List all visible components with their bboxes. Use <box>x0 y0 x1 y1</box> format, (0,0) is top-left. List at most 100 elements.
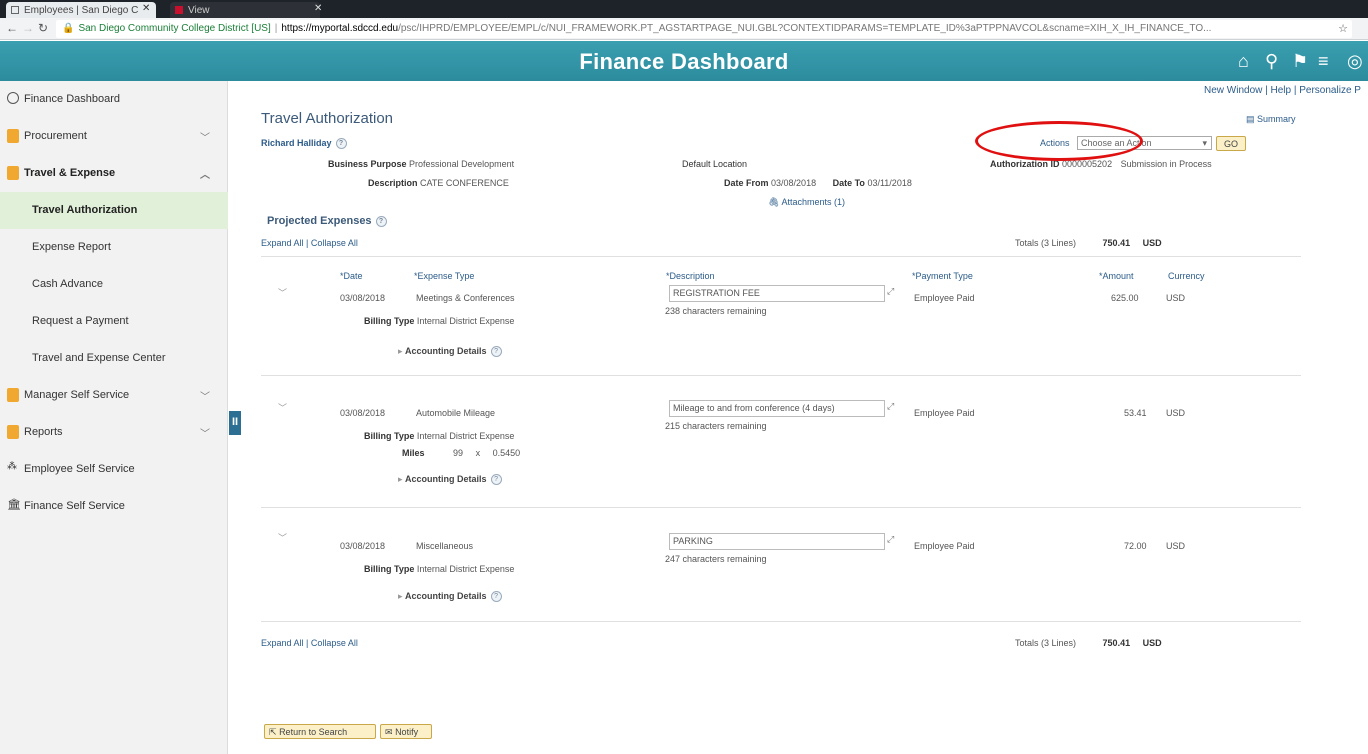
search-icon[interactable]: ⚲ <box>1265 50 1278 72</box>
browser-tab-employees[interactable]: Employees | San Diego C <box>6 2 156 18</box>
help-icon[interactable]: ? <box>490 346 502 358</box>
help-link[interactable]: Help <box>1271 85 1292 96</box>
expense-type: Automobile Mileage <box>416 408 496 418</box>
mileage-rate: 0.5450 <box>492 448 521 458</box>
lock-icon: 🔒 <box>62 23 75 34</box>
collapse-row-icon[interactable]: ﹀ <box>278 531 287 544</box>
sidebar-item-cash-advance[interactable]: Cash Advance <box>0 266 228 303</box>
col-description-header: *Description <box>666 271 715 281</box>
collapse-row-icon[interactable]: ﹀ <box>278 286 287 299</box>
miles-row: Miles 99 x 0.5450 <box>402 448 521 458</box>
divider <box>261 621 1301 622</box>
page-icon <box>175 6 183 14</box>
expense-amount: 53.41 <box>1124 408 1147 418</box>
sidebar-item-request-payment[interactable]: Request a Payment <box>0 303 228 340</box>
sidebar-item-finance-dashboard[interactable]: Finance Dashboard <box>0 81 228 118</box>
accounting-details-toggle[interactable]: ▸ Accounting Details? <box>398 591 502 603</box>
sidebar-item-expense-report[interactable]: Expense Report <box>0 229 228 266</box>
notify-icon: ✉ <box>385 727 393 737</box>
col-type-header: *Expense Type <box>414 271 475 281</box>
expense-currency: USD <box>1166 541 1186 551</box>
flag-icon[interactable]: ⚑ <box>1292 50 1308 72</box>
characters-remaining: 215 characters remaining <box>665 421 767 431</box>
sidebar-item-travel-authorization[interactable]: Travel Authorization <box>0 192 228 229</box>
characters-remaining: 238 characters remaining <box>665 306 767 316</box>
help-icon[interactable]: ? <box>490 591 502 603</box>
chevron-right-icon: ▸ <box>398 474 403 484</box>
authorization-id: Authorization ID 0000005202 Submission i… <box>990 159 1212 169</box>
sidebar-item-travel-expense[interactable]: Travel & Expense ︿ <box>0 155 228 192</box>
payment-type: Employee Paid <box>914 293 975 303</box>
expand-text-icon[interactable]: ⤢ <box>887 401 894 412</box>
expense-amount: 625.00 <box>1111 293 1139 303</box>
collapse-all-link[interactable]: Collapse All <box>311 238 358 248</box>
expand-text-icon[interactable]: ⤢ <box>887 534 894 545</box>
accounting-details-toggle[interactable]: ▸ Accounting Details? <box>398 346 502 358</box>
dashboard-icon <box>7 92 19 104</box>
date-range: Date From 03/08/2018 Date To 03/11/2018 <box>724 178 912 188</box>
notify-button[interactable]: ✉ Notify <box>380 724 432 739</box>
forward-icon[interactable]: → <box>22 21 34 35</box>
menu-icon[interactable]: ≡ <box>1318 50 1329 72</box>
navbar-icon[interactable]: ◎ <box>1347 50 1363 72</box>
return-to-search-button[interactable]: ⇱ Return to Search <box>264 724 376 739</box>
expense-date: 03/08/2018 <box>340 541 386 551</box>
summary-link[interactable]: ▤ Summary <box>1246 114 1296 125</box>
expense-date: 03/08/2018 <box>340 293 386 303</box>
chevron-right-icon: ▸ <box>398 346 403 356</box>
top-links: New Window | Help | Personalize P <box>1204 85 1361 96</box>
expense-date: 03/08/2018 <box>340 408 386 418</box>
main-content: New Window | Help | Personalize P Travel… <box>244 81 1368 754</box>
url-field[interactable]: 🔒 San Diego Community College District [U… <box>56 20 1352 38</box>
close-tab-icon[interactable]: ✕ <box>142 3 150 14</box>
close-tab-icon[interactable]: ✕ <box>314 3 322 14</box>
sidebar-item-employee-self-service[interactable]: ⁂ Employee Self Service <box>0 451 228 488</box>
help-icon[interactable]: ? <box>335 138 347 150</box>
people-icon: ⁂ <box>7 461 17 472</box>
expand-all-link[interactable]: Expand All <box>261 238 304 248</box>
bookmark-star-icon[interactable]: ☆ <box>1338 22 1348 35</box>
sidebar-item-finance-self-service[interactable]: 🏛 Finance Self Service <box>0 488 228 525</box>
expand-all-link[interactable]: Expand All <box>261 638 304 648</box>
back-icon[interactable]: ← <box>6 21 18 35</box>
sidebar-item-reports[interactable]: Reports ﹀ <box>0 414 228 451</box>
reload-icon[interactable]: ↻ <box>38 21 48 35</box>
projected-expenses-title: Projected Expenses? <box>267 215 387 227</box>
expand-collapse-bottom: Expand All | Collapse All <box>261 638 358 648</box>
payment-type: Employee Paid <box>914 541 975 551</box>
expand-text-icon[interactable]: ⤢ <box>887 286 894 297</box>
payment-type: Employee Paid <box>914 408 975 418</box>
sidebar-item-manager-self-service[interactable]: Manager Self Service ﹀ <box>0 377 228 414</box>
default-location: Default Location <box>682 159 748 169</box>
expense-amount: 72.00 <box>1124 541 1147 551</box>
browser-tab-view[interactable]: View <box>170 2 320 18</box>
go-button[interactable]: GO <box>1216 136 1246 151</box>
home-icon[interactable]: ⌂ <box>1238 50 1249 72</box>
app-header: Finance Dashboard ⌂ ⚲ ⚑ ≡ ◎ <box>0 41 1368 81</box>
personalize-link[interactable]: Personalize P <box>1299 85 1361 96</box>
billing-type: Billing Type Internal District Expense <box>364 564 515 574</box>
chevron-right-icon: ▸ <box>398 591 403 601</box>
divider <box>261 256 1301 257</box>
expense-description-input[interactable]: Mileage to and from conference (4 days) <box>669 400 885 417</box>
sidebar-toggle-button[interactable]: II <box>229 411 241 435</box>
collapse-all-link[interactable]: Collapse All <box>311 638 358 648</box>
collapse-row-icon[interactable]: ﹀ <box>278 401 287 414</box>
page-title: Finance Dashboard <box>579 49 789 74</box>
folder-icon <box>7 388 19 402</box>
new-window-link[interactable]: New Window <box>1204 85 1262 96</box>
col-date-header: *Date <box>340 271 363 281</box>
expense-description-input[interactable]: REGISTRATION FEE <box>669 285 885 302</box>
page-icon <box>11 6 19 14</box>
attachments-link[interactable]: 🖇 Attachments (1) <box>768 197 845 208</box>
sidebar-item-travel-expense-center[interactable]: Travel and Expense Center <box>0 340 228 377</box>
sidebar-item-procurement[interactable]: Procurement ﹀ <box>0 118 228 155</box>
employee-name[interactable]: Richard Halliday? <box>261 138 347 150</box>
expense-description-input[interactable]: PARKING <box>669 533 885 550</box>
help-icon[interactable]: ? <box>375 215 387 227</box>
accounting-details-toggle[interactable]: ▸ Accounting Details? <box>398 474 502 486</box>
help-icon[interactable]: ? <box>490 474 502 486</box>
folder-icon <box>7 425 19 439</box>
totals-top: Totals (3 Lines) 750.41 USD <box>1015 238 1162 248</box>
chevron-up-icon: ︿ <box>200 170 210 181</box>
